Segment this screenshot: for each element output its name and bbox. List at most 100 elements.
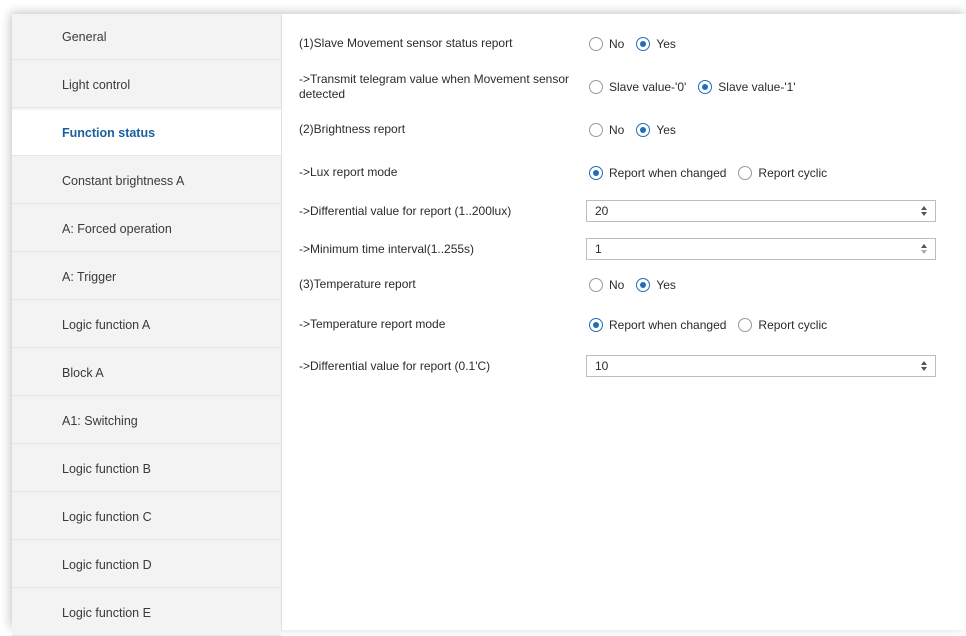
sidebar-item-block-a[interactable]: Block A — [12, 350, 281, 396]
spin-buttons — [921, 357, 927, 375]
sidebar-item-label: General — [62, 29, 107, 44]
stepper-value[interactable]: 20 — [595, 204, 608, 218]
param-label: (2)Brightness report — [299, 122, 406, 136]
radio-checked-icon[interactable] — [698, 80, 713, 94]
radio-option-slave-value-0[interactable]: Slave value-'0' — [589, 80, 686, 94]
temp-diff-stepper[interactable]: 10 — [586, 355, 936, 377]
radio-option-yes[interactable]: Yes — [636, 36, 676, 51]
stepper-value[interactable]: 10 — [595, 359, 608, 373]
spin-down-icon[interactable] — [921, 212, 927, 216]
radio-group-temp-mode: Report when changed Report cyclic — [589, 317, 839, 332]
radio-label: Report cyclic — [758, 317, 828, 332]
radio-group-lux-mode: Report when changed Report cyclic — [589, 165, 839, 180]
radio-checked-icon[interactable] — [636, 36, 651, 51]
parameter-panel: (1)Slave Movement sensor status report N… — [282, 14, 966, 630]
param-row-transmit-telegram: ->Transmit telegram value when Movement … — [299, 72, 936, 102]
param-label: ->Temperature report mode — [299, 317, 446, 331]
radio-icon[interactable] — [589, 36, 603, 51]
param-label: ->Lux report mode — [299, 165, 398, 179]
param-label: ->Differential value for report (0.1'C) — [299, 358, 491, 373]
spin-up-icon[interactable] — [921, 244, 927, 248]
radio-option-report-when-changed[interactable]: Report when changed — [589, 165, 727, 180]
stepper-wrapper: 20 — [586, 200, 936, 222]
radio-option-slave-value-1[interactable]: Slave value-'1' — [698, 80, 796, 94]
param-label: (3)Temperature report — [299, 277, 416, 291]
radio-group-slave-movement: No Yes — [589, 36, 688, 51]
sidebar-item-label: A: Trigger — [62, 269, 117, 284]
sidebar-item-a-forced-operation[interactable]: A: Forced operation — [12, 206, 281, 252]
radio-option-report-cyclic[interactable]: Report cyclic — [738, 317, 828, 332]
radio-checked-icon[interactable] — [589, 165, 603, 180]
radio-label: Yes — [656, 36, 676, 51]
sidebar-item-label: Logic function A — [62, 317, 151, 332]
stepper-value[interactable]: 1 — [595, 242, 602, 256]
sidebar-item-logic-function-d[interactable]: Logic function D — [12, 542, 281, 588]
sidebar-item-function-status[interactable]: Function status — [12, 110, 281, 156]
spin-up-icon[interactable] — [921, 361, 927, 365]
radio-label: No — [609, 122, 625, 137]
radio-icon[interactable] — [738, 165, 753, 180]
sidebar-item-label: Constant brightness A — [62, 173, 185, 188]
stepper-wrapper: 10 — [586, 355, 936, 377]
min-interval-stepper[interactable]: 1 — [586, 238, 936, 260]
param-row-lux-diff: ->Differential value for report (1..200l… — [299, 200, 936, 222]
param-row-brightness-report: (2)Brightness report No Yes — [299, 122, 936, 137]
sidebar-item-label: Logic function C — [62, 509, 152, 524]
radio-option-no[interactable]: No — [589, 36, 625, 51]
stepper-wrapper: 1 — [586, 238, 936, 260]
sidebar-item-constant-brightness-a[interactable]: Constant brightness A — [12, 158, 281, 204]
param-label: ->Minimum time interval(1..255s) — [299, 241, 475, 256]
radio-icon[interactable] — [589, 80, 603, 94]
sidebar-item-label: Logic function B — [62, 461, 151, 476]
param-label: (1)Slave Movement sensor status report — [299, 36, 513, 50]
radio-label: No — [609, 277, 625, 292]
sidebar-item-label: Logic function D — [62, 557, 152, 572]
radio-group-temperature-report: No Yes — [589, 277, 688, 292]
radio-icon[interactable] — [738, 317, 753, 332]
radio-checked-icon[interactable] — [589, 317, 603, 332]
radio-option-report-when-changed[interactable]: Report when changed — [589, 317, 727, 332]
param-row-min-interval: ->Minimum time interval(1..255s) 1 — [299, 238, 936, 260]
sidebar-item-general[interactable]: General — [12, 14, 281, 60]
radio-label: Yes — [656, 122, 676, 137]
radio-label: No — [609, 36, 625, 51]
sidebar-item-label: A: Forced operation — [62, 221, 172, 236]
sidebar-item-label: Block A — [62, 365, 104, 380]
radio-option-yes[interactable]: Yes — [636, 277, 676, 292]
sidebar-item-a-trigger[interactable]: A: Trigger — [12, 254, 281, 300]
radio-label: Slave value-'1' — [718, 80, 796, 94]
sidebar-item-logic-function-c[interactable]: Logic function C — [12, 494, 281, 540]
sidebar-item-label: Logic function E — [62, 605, 151, 620]
radio-option-report-cyclic[interactable]: Report cyclic — [738, 165, 828, 180]
sidebar-item-a1-switching[interactable]: A1: Switching — [12, 398, 281, 444]
param-label: ->Differential value for report (1..200l… — [299, 203, 512, 218]
param-row-slave-movement: (1)Slave Movement sensor status report N… — [299, 36, 936, 51]
radio-option-no[interactable]: No — [589, 122, 625, 137]
spin-up-icon[interactable] — [921, 206, 927, 210]
param-row-lux-mode: ->Lux report mode Report when changed Re… — [299, 165, 936, 180]
radio-option-yes[interactable]: Yes — [636, 122, 676, 137]
parameter-window: General Light control Function status Co… — [12, 14, 966, 636]
spin-buttons — [921, 202, 927, 220]
radio-label: Report cyclic — [758, 165, 828, 180]
param-label: ->Transmit telegram value when Movement … — [299, 72, 569, 101]
lux-diff-stepper[interactable]: 20 — [586, 200, 936, 222]
radio-label: Report when changed — [609, 317, 727, 332]
radio-label: Report when changed — [609, 165, 727, 180]
sidebar-item-logic-function-b[interactable]: Logic function B — [12, 446, 281, 492]
param-row-temp-mode: ->Temperature report mode Report when ch… — [299, 317, 936, 332]
radio-icon[interactable] — [589, 277, 603, 292]
radio-group-brightness-report: No Yes — [589, 122, 688, 137]
radio-icon[interactable] — [589, 122, 603, 137]
radio-checked-icon[interactable] — [636, 122, 651, 137]
radio-checked-icon[interactable] — [636, 277, 651, 292]
sidebar-item-logic-function-a[interactable]: Logic function A — [12, 302, 281, 348]
sidebar-item-logic-function-e[interactable]: Logic function E — [12, 590, 281, 636]
sidebar-item-light-control[interactable]: Light control — [12, 62, 281, 108]
radio-option-no[interactable]: No — [589, 277, 625, 292]
spin-down-icon[interactable] — [921, 250, 927, 254]
spin-down-icon[interactable] — [921, 367, 927, 371]
radio-label: Slave value-'0' — [609, 80, 687, 94]
sidebar: General Light control Function status Co… — [12, 14, 282, 636]
sidebar-item-label: A1: Switching — [62, 413, 138, 428]
